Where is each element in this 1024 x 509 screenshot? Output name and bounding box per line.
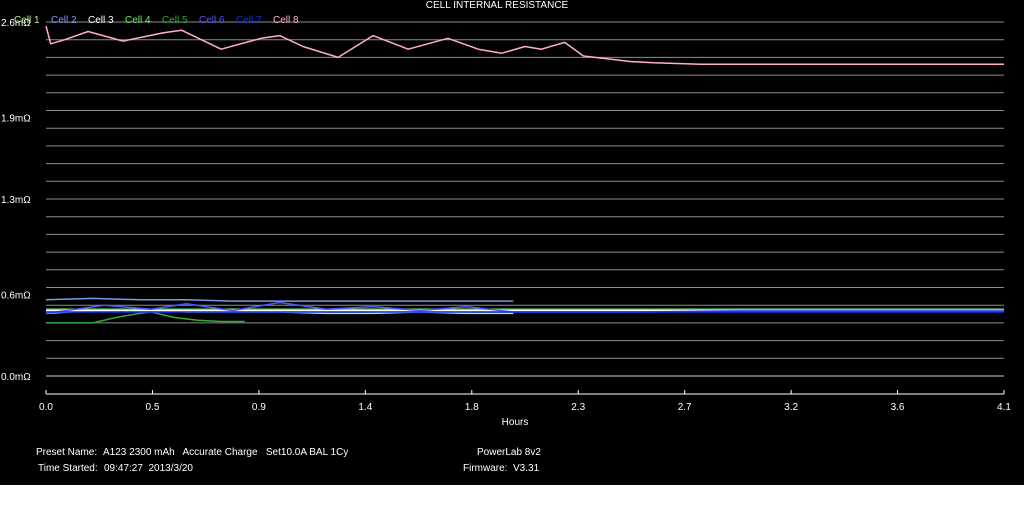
series-line-cell-2	[45, 297, 514, 302]
series-line-cell-5	[46, 311, 245, 324]
powerlab-app: 0.0 0.5 0.9 1.4 1.8 2.3 2.7 3.2 3.6 4.1 Hours 0.0mΩ…	[0, 0, 1024, 485]
legend-item-cell-1: Cell 1	[14, 15, 40, 26]
firmware-label: Firmware:	[463, 463, 508, 474]
y-tick-label: 0.0mΩ	[1, 372, 31, 383]
firmware-value: V3.31	[513, 463, 540, 474]
chart-title: CELL INTERNAL RESISTANCE	[426, 0, 569, 11]
device-name: PowerLab 8v2	[477, 447, 541, 458]
legend-item-cell-8: Cell 8	[273, 15, 299, 26]
x-tick-label: 3.6	[891, 402, 905, 413]
series-line-cell-8	[45, 25, 1004, 65]
x-tick-label: 4.1	[997, 402, 1011, 413]
axis	[45, 390, 1005, 395]
legend-item-cell-3: Cell 3	[88, 15, 114, 26]
x-tick-label: 3.2	[784, 402, 798, 413]
x-tick-label: 1.4	[358, 402, 372, 413]
y-tick-label: 0.6mΩ	[1, 290, 31, 301]
time-started-value: 09:47:27 2013/3/20	[104, 463, 193, 474]
legend-item-cell-7: Cell 7	[236, 15, 262, 26]
time-started-label: Time Started:	[38, 463, 98, 474]
x-axis-label: Hours	[502, 417, 529, 428]
y-tick-label: 1.3mΩ	[1, 195, 31, 206]
bottom-blank-area	[0, 485, 1024, 509]
legend-item-cell-5: Cell 5	[162, 15, 188, 26]
legend-item-cell-2: Cell 2	[51, 15, 77, 26]
cell-internal-resistance-chart: 0.0 0.5 0.9 1.4 1.8 2.3 2.7 3.2 3.6 4.1 Hours 0.0mΩ…	[1, 0, 1011, 428]
grid-lines	[46, 21, 1004, 377]
preset-name-value: A123 2300 mAh Accurate Charge Set10.0A B…	[103, 447, 349, 458]
y-tick-label: 1.9mΩ	[1, 113, 31, 124]
x-tick-label: 2.7	[678, 402, 692, 413]
x-tick-label: 0.9	[252, 402, 266, 413]
x-tick-label: 0.5	[145, 402, 159, 413]
preset-name-label: Preset Name:	[36, 447, 98, 458]
legend-item-cell-4: Cell 4	[125, 15, 151, 26]
series-lines	[45, 25, 1004, 324]
x-tick-label: 2.3	[571, 402, 585, 413]
legend-item-cell-6: Cell 6	[199, 15, 225, 26]
x-tick-label: 1.8	[465, 402, 479, 413]
x-tick-label: 0.0	[39, 402, 53, 413]
